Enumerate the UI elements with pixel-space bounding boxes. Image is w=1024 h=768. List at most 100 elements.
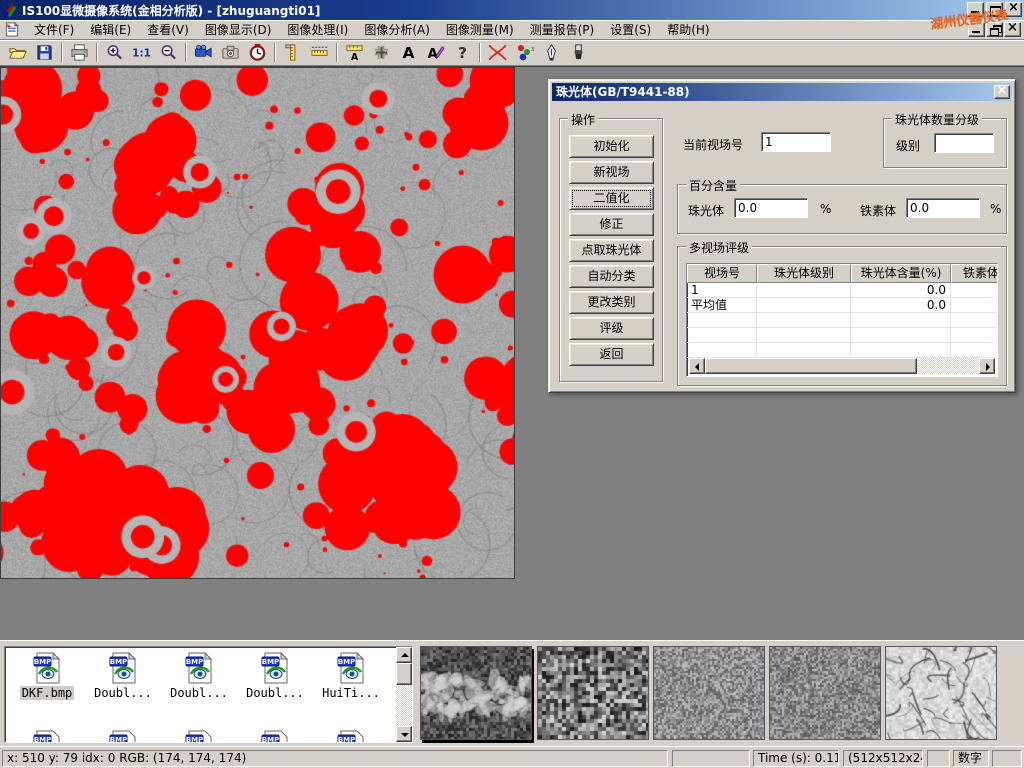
file-item[interactable]: BMP: [239, 730, 311, 743]
image-browser-panel: BMP DKF.bmp BMP Doubl...: [0, 640, 1024, 746]
video-capture-button[interactable]: [190, 41, 217, 64]
close-button[interactable]: [1005, 2, 1022, 17]
dialog-title-bar[interactable]: 珠光体(GB/T9441-88): [552, 83, 1012, 101]
brush-tool-button[interactable]: [565, 41, 592, 64]
rate-button[interactable]: 评级: [569, 317, 654, 340]
multi-field-group: 多视场评级 视场号 珠光体级别 珠光体含量(%) 铁素体 1 0.0: [677, 246, 1007, 386]
curve-trace-button[interactable]: [484, 41, 511, 64]
file-item[interactable]: BMP: [163, 730, 235, 743]
menu-item-view[interactable]: 查看(V): [139, 19, 197, 40]
mdi-child-controls: [968, 22, 1021, 37]
scroll-left-button[interactable]: [689, 358, 705, 374]
caliper-measure-button[interactable]: [279, 41, 306, 64]
menu-item-help[interactable]: 帮助(H): [659, 19, 717, 40]
thumbnail-item[interactable]: [885, 646, 997, 740]
pen-tool-button[interactable]: [538, 41, 565, 64]
percent-group-label: 百分含量: [686, 177, 740, 194]
file-item[interactable]: BMP: [87, 730, 159, 743]
menu-item-settings[interactable]: 设置(S): [602, 19, 659, 40]
menu-item-image-analysis[interactable]: 图像分析(A): [356, 19, 438, 40]
thumbnail-item[interactable]: [653, 646, 765, 740]
grid-overlay-button[interactable]: [368, 41, 395, 64]
rating-table: 视场号 珠光体级别 珠光体含量(%) 铁素体 1 0.0 平均值: [686, 263, 998, 377]
calibrate-button[interactable]: A: [341, 41, 368, 64]
menu-item-file[interactable]: 文件(F): [26, 19, 82, 40]
bmp-file-icon: BMP: [335, 652, 367, 684]
table-row[interactable]: 1 0.0: [687, 283, 997, 298]
current-field-input[interactable]: [761, 132, 831, 152]
file-item[interactable]: BMP DKF.bmp: [11, 652, 83, 700]
maximize-button[interactable]: [986, 2, 1003, 17]
file-item[interactable]: BMP Doubl...: [239, 652, 311, 700]
menu-item-image-measure[interactable]: 图像测量(M): [438, 19, 522, 40]
minimize-button[interactable]: [967, 2, 984, 17]
print-button[interactable]: [66, 41, 93, 64]
scroll-down-button[interactable]: [396, 726, 412, 742]
save-button[interactable]: [31, 41, 58, 64]
edit-annotation-button[interactable]: A: [422, 41, 449, 64]
micrograph[interactable]: [1, 68, 514, 578]
ruler-measure-button[interactable]: [306, 41, 333, 64]
help-button[interactable]: ?: [449, 41, 476, 64]
new-field-button[interactable]: 新视场: [569, 161, 654, 184]
multi-field-group-label: 多视场评级: [686, 239, 752, 256]
mdi-restore-button[interactable]: [986, 22, 1003, 37]
cell: [757, 283, 851, 297]
file-item[interactable]: BMP Doubl...: [87, 652, 159, 700]
text-annotation-button[interactable]: A: [395, 41, 422, 64]
file-item[interactable]: BMP: [315, 730, 387, 743]
change-class-button[interactable]: 更改类别: [569, 291, 654, 314]
auto-classify-button[interactable]: 自动分类: [569, 265, 654, 288]
dialog-close-button[interactable]: [994, 85, 1010, 99]
status-empty-panel: [992, 750, 1022, 767]
zoom-actual-size-button[interactable]: 1:1: [128, 41, 155, 64]
menu-item-image-processing[interactable]: 图像处理(I): [279, 19, 356, 40]
status-empty-panel: [672, 750, 750, 767]
pearlite-percent-input[interactable]: [734, 198, 808, 218]
file-item[interactable]: BMP: [11, 730, 83, 743]
thumbnail-item[interactable]: [420, 646, 532, 740]
initialize-button[interactable]: 初始化: [569, 135, 654, 158]
scroll-right-button[interactable]: [979, 358, 995, 374]
scrollbar-thumb[interactable]: [396, 663, 412, 685]
table-row[interactable]: 平均值 0.0: [687, 298, 997, 313]
svg-text:BMP: BMP: [186, 736, 203, 743]
snapshot-button[interactable]: [217, 41, 244, 64]
thumbnail-item[interactable]: [769, 646, 881, 740]
zoom-out-button[interactable]: [155, 41, 182, 64]
toolbar-separator: [96, 43, 98, 62]
file-name: HuiTi...: [320, 686, 382, 700]
thumbnail-item[interactable]: [537, 646, 649, 740]
table-row[interactable]: [687, 313, 997, 328]
bmp-file-icon: BMP: [259, 730, 291, 743]
menu-item-image-display[interactable]: 图像显示(D): [197, 19, 280, 40]
cell: [951, 343, 998, 357]
ferrite-percent-input[interactable]: [906, 198, 980, 218]
zoom-in-button[interactable]: [101, 41, 128, 64]
document-icon[interactable]: [4, 22, 20, 37]
mdi-close-button[interactable]: [1004, 22, 1021, 37]
open-file-button[interactable]: [4, 41, 31, 64]
file-item[interactable]: BMP Doubl...: [163, 652, 235, 700]
file-item[interactable]: BMP HuiTi...: [315, 652, 387, 700]
bmp-file-icon: BMP: [183, 730, 215, 743]
scroll-up-button[interactable]: [396, 647, 412, 663]
svg-text:BMP: BMP: [338, 736, 355, 743]
cell: 平均值: [687, 298, 757, 312]
scrollbar-thumb[interactable]: [705, 358, 917, 374]
pick-pearlite-button[interactable]: 点取珠光体: [569, 239, 654, 262]
count-markers-button[interactable]: 3: [511, 41, 538, 64]
mdi-minimize-button[interactable]: [968, 22, 985, 37]
correct-button[interactable]: 修正: [569, 213, 654, 236]
menu-item-measure-report[interactable]: 测量报告(P): [522, 19, 603, 40]
scrollbar-track[interactable]: [917, 358, 979, 374]
bmp-file-icon: BMP: [31, 652, 63, 684]
binarize-button[interactable]: 二值化: [569, 187, 654, 210]
timer-button[interactable]: [244, 41, 271, 64]
table-row[interactable]: [687, 328, 997, 343]
grade-input[interactable]: [934, 133, 994, 153]
return-button[interactable]: 返回: [569, 343, 654, 366]
menu-item-edit[interactable]: 编辑(E): [82, 19, 139, 40]
table-row[interactable]: [687, 343, 997, 358]
svg-text:A: A: [351, 52, 359, 62]
